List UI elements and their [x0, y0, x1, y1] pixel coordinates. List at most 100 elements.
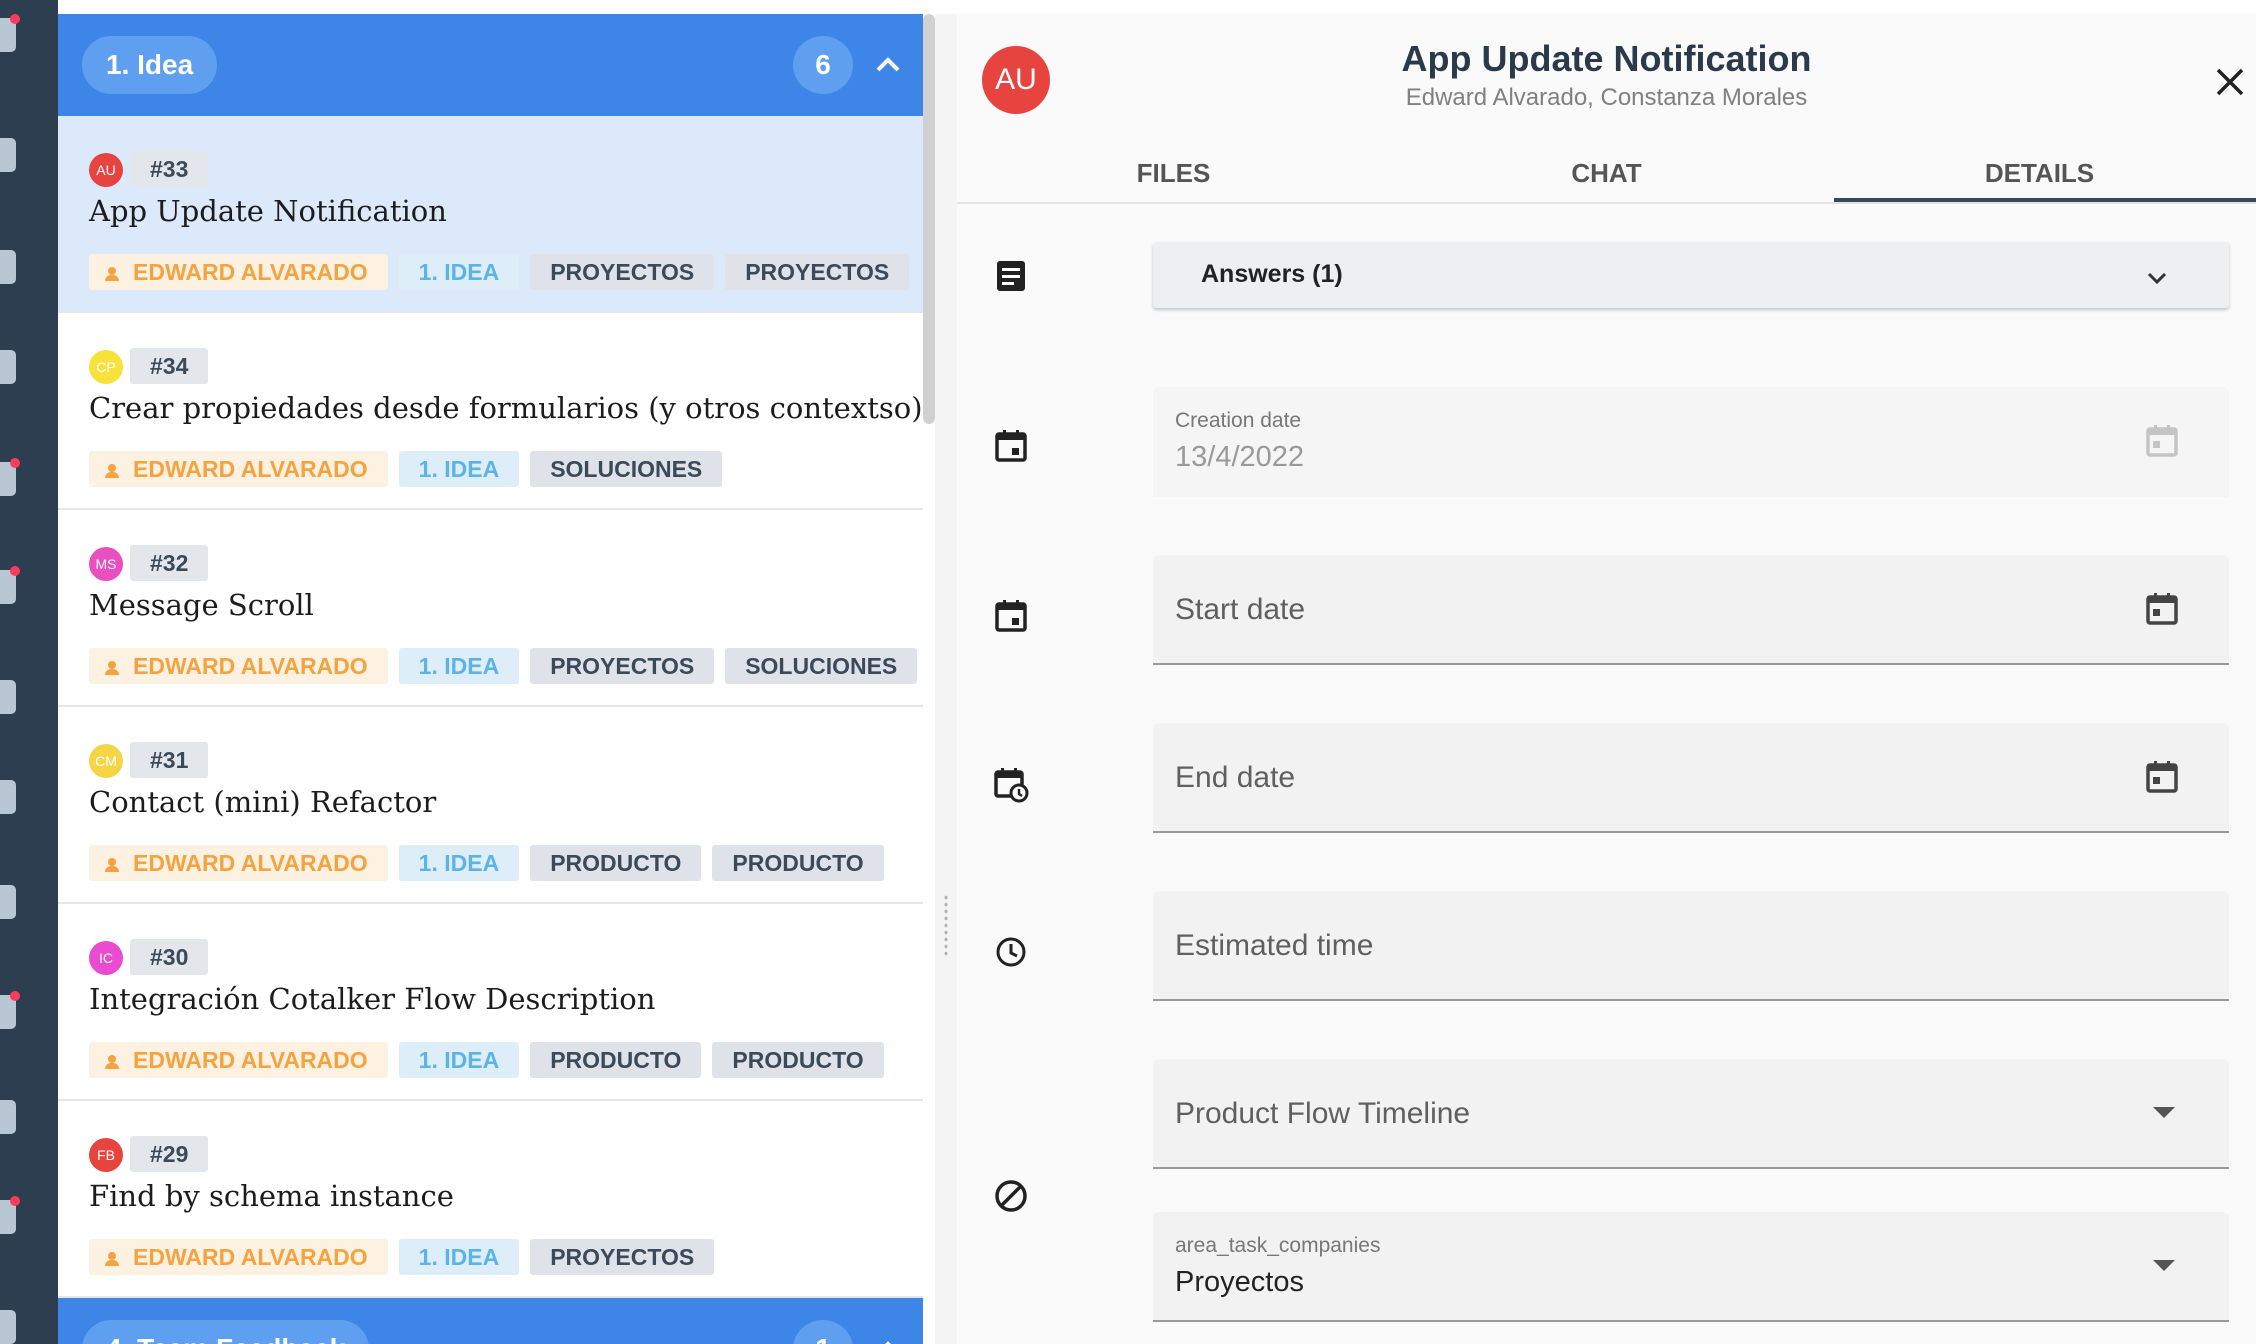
group-header-team-feedback[interactable]: 4. Team Feedback 1 — [58, 1298, 923, 1344]
panel-tabs: FILES CHAT DETAILS — [957, 146, 2256, 204]
diamond-icon[interactable] — [0, 885, 16, 919]
person-icon — [105, 661, 119, 675]
area-task-companies-select[interactable]: area_task_companies Proyectos — [1153, 1212, 2229, 1322]
status-tag: 1. IDEA — [398, 648, 520, 684]
tab-files[interactable]: FILES — [957, 146, 1390, 202]
active-tab-indicator — [1834, 198, 2256, 202]
task-title: Message Scroll — [89, 588, 314, 622]
avatar: FB — [89, 1138, 123, 1172]
start-date-placeholder: Start date — [1175, 593, 1306, 626]
status-tag: 1. IDEA — [398, 845, 520, 881]
task-number: #32 — [130, 545, 209, 581]
group-count-badge: 1 — [793, 1320, 853, 1344]
product-flow-timeline-select[interactable]: Product Flow Timeline — [1153, 1059, 2229, 1169]
task-number: #34 — [130, 348, 209, 384]
settings-icon[interactable] — [0, 1196, 20, 1234]
close-icon[interactable] — [2210, 62, 2250, 102]
calendar-icon — [2146, 425, 2178, 457]
avatar: IC — [89, 941, 123, 975]
dropdown-arrow-icon[interactable] — [2153, 1260, 2175, 1271]
avatar: CM — [89, 744, 123, 778]
status-tag: 1. IDEA — [398, 1239, 520, 1275]
wrench-icon[interactable] — [0, 680, 16, 714]
list-scrollbar[interactable] — [923, 14, 935, 424]
answers-accordion[interactable]: Answers (1) — [1153, 242, 2229, 308]
area-task-companies-label: area_task_companies — [1175, 1234, 1381, 1257]
chevron-up-icon[interactable] — [868, 1332, 908, 1344]
assignee-tag: EDWARD ALVARADO — [89, 1042, 388, 1078]
product-flow-timeline-placeholder: Product Flow Timeline — [1175, 1097, 1471, 1130]
tab-details[interactable]: DETAILS — [1823, 146, 2256, 202]
group-header-idea[interactable]: 1. Idea 6 — [58, 14, 923, 116]
calendar-icon — [995, 430, 1027, 462]
area-tag: PROYECTOS — [725, 254, 910, 290]
task-card[interactable]: IC #30 Integración Cotalker Flow Descrip… — [58, 904, 923, 1101]
person-icon — [105, 1252, 119, 1266]
drag-handle-icon[interactable] — [943, 894, 949, 956]
chart-icon[interactable] — [0, 1310, 16, 1344]
end-date-field[interactable]: End date — [1153, 723, 2229, 833]
area-tag: PRODUCTO — [530, 1042, 702, 1078]
panel-splitter[interactable] — [935, 14, 957, 1344]
task-card[interactable]: FB #29 Find by schema instance EDWARD AL… — [58, 1101, 923, 1298]
area-tag: PRODUCTO — [712, 845, 884, 881]
recycle-icon[interactable] — [0, 1100, 16, 1134]
area-task-companies-value: Proyectos — [1175, 1266, 1304, 1298]
assignee-tag: EDWARD ALVARADO — [89, 254, 388, 290]
task-list: 1. Idea 6 AU #33 App Update Notification… — [58, 14, 923, 1344]
creation-date-value: 13/4/2022 — [1175, 441, 1305, 473]
tab-chat[interactable]: CHAT — [1390, 146, 1823, 202]
person-icon — [105, 1055, 119, 1069]
area-tag: PRODUCTO — [530, 845, 702, 881]
avatar: CP — [89, 350, 123, 384]
person-icon — [105, 267, 119, 281]
end-date-placeholder: End date — [1175, 761, 1296, 794]
assignee-tag: EDWARD ALVARADO — [89, 648, 388, 684]
assignee-tag: EDWARD ALVARADO — [89, 1239, 388, 1275]
board-icon[interactable] — [0, 458, 20, 496]
task-number: #31 — [130, 742, 209, 778]
avatar: MS — [89, 547, 123, 581]
nav-rail — [0, 0, 58, 1344]
calendar-icon[interactable] — [2143, 589, 2181, 629]
task-card[interactable]: CM #31 Contact (mini) Refactor EDWARD AL… — [58, 707, 923, 904]
group-label: 1. Idea — [82, 36, 218, 94]
area-tag: SOLUCIONES — [725, 648, 918, 684]
task-number: #30 — [130, 939, 209, 975]
task-card[interactable]: AU #33 App Update Notification EDWARD AL… — [58, 116, 923, 313]
star-icon[interactable] — [0, 991, 20, 1029]
estimated-time-placeholder: Estimated time — [1175, 929, 1374, 962]
person-icon — [105, 464, 119, 478]
group-label: 4. Team Feedback — [82, 1320, 370, 1344]
assignee-tag: EDWARD ALVARADO — [89, 451, 388, 487]
home-icon[interactable] — [0, 14, 20, 52]
task-title: Integración Cotalker Flow Description — [89, 982, 656, 1016]
briefcase-icon[interactable] — [0, 566, 20, 604]
book-icon[interactable] — [0, 250, 16, 284]
chat-icon[interactable] — [0, 138, 16, 172]
task-card[interactable]: CP #34 Crear propiedades desde formulari… — [58, 313, 923, 510]
task-card[interactable]: MS #32 Message Scroll EDWARD ALVARADO 1.… — [58, 510, 923, 707]
event-icon — [995, 600, 1027, 632]
status-tag: 1. IDEA — [398, 1042, 520, 1078]
creation-date-label: Creation date — [1175, 409, 1302, 432]
task-detail-panel: AU App Update Notification Edward Alvara… — [957, 14, 2256, 1344]
panel-title: App Update Notification — [1401, 38, 1812, 79]
description-icon — [997, 261, 1025, 291]
status-tag: 1. IDEA — [398, 451, 520, 487]
list-icon[interactable] — [0, 350, 16, 384]
area-tag: PROYECTOS — [530, 1239, 715, 1275]
start-date-field[interactable]: Start date — [1153, 555, 2229, 665]
task-title: Find by schema instance — [89, 1179, 454, 1213]
task-number: #29 — [130, 1136, 209, 1172]
calendar-icon[interactable] — [2143, 757, 2181, 797]
chevron-down-icon[interactable] — [2143, 264, 2171, 292]
area-tag: PROYECTOS — [530, 254, 715, 290]
group-count-badge: 6 — [793, 36, 853, 94]
clock-icon — [996, 937, 1026, 967]
calendar-clock-icon — [994, 768, 1029, 803]
chevron-up-icon[interactable] — [868, 48, 908, 82]
dropdown-arrow-icon[interactable] — [2153, 1107, 2175, 1118]
estimated-time-field[interactable]: Estimated time — [1153, 891, 2229, 1001]
bell-icon[interactable] — [0, 780, 16, 814]
